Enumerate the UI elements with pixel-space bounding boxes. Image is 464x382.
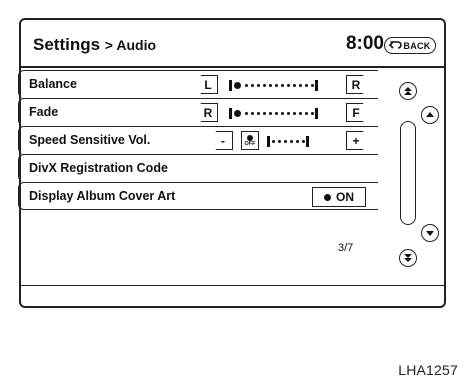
toggle-label: ON [336, 190, 354, 204]
speed-vol-plus-button[interactable]: + [346, 131, 370, 150]
page-title: Settings > Audio [33, 35, 156, 55]
content-divider [21, 285, 444, 286]
row-label: Speed Sensitive Vol. [29, 133, 151, 147]
title-bar: Settings > Audio 8:00 BACK [21, 20, 444, 68]
scroll-up-button[interactable] [421, 106, 439, 124]
plus-label: + [352, 133, 360, 148]
chevron-up-icon [426, 112, 434, 117]
fade-right-button[interactable]: F [346, 103, 370, 122]
breadcrumb: > Audio [105, 37, 156, 53]
speed-vol-minus-button[interactable]: - [209, 131, 233, 150]
row-label: Display Album Cover Art [29, 189, 176, 203]
scrollbar-track[interactable] [400, 121, 416, 225]
row-label: DivX Registration Code [29, 161, 168, 175]
breadcrumb-separator: > [104, 37, 113, 53]
settings-list: Balance L R Fade R F Speed Sensitive Vol… [18, 70, 378, 210]
figure-code: LHA1257 [398, 362, 458, 378]
fade-slider[interactable] [229, 107, 318, 119]
row-balance[interactable]: Balance L R [18, 70, 378, 98]
back-arrow-icon [389, 41, 403, 49]
balance-slider[interactable] [229, 79, 318, 91]
scroll-page-up-button[interactable] [399, 82, 417, 100]
toggle-indicator [324, 193, 331, 201]
balance-left-label: L [204, 77, 212, 92]
scroll-page-down-button[interactable] [399, 249, 417, 267]
fade-right-label: F [352, 105, 360, 120]
speed-vol-slider[interactable] [267, 135, 309, 147]
balance-left-button[interactable]: L [194, 75, 218, 94]
row-fade[interactable]: Fade R F [18, 98, 378, 126]
row-display-album-cover-art[interactable]: Display Album Cover Art ON [18, 182, 378, 210]
clock: 8:00 [345, 33, 384, 54]
back-button[interactable]: BACK [384, 37, 436, 54]
row-speed-sensitive-vol[interactable]: Speed Sensitive Vol. - OFF + [18, 126, 378, 154]
row-label: Fade [29, 105, 59, 119]
fade-left-button[interactable]: R [194, 103, 218, 122]
off-label: OFF [244, 140, 256, 147]
double-chevron-down-icon [404, 254, 412, 262]
back-label: BACK [403, 40, 431, 51]
page-indicator: 3/7 [338, 242, 354, 254]
album-cover-toggle[interactable]: ON [312, 187, 366, 207]
double-chevron-up-icon [404, 87, 412, 95]
scroll-down-button[interactable] [421, 224, 439, 242]
speed-vol-off-indicator: OFF [241, 131, 259, 150]
row-divx-registration-code[interactable]: DivX Registration Code [18, 154, 378, 182]
minus-label: - [221, 133, 225, 148]
title-text: Settings [33, 35, 101, 54]
balance-right-button[interactable]: R [346, 75, 370, 94]
balance-right-label: R [351, 77, 361, 92]
row-label: Balance [29, 77, 77, 91]
chevron-down-icon [426, 231, 434, 236]
breadcrumb-audio: Audio [116, 37, 157, 53]
fade-left-label: R [203, 105, 213, 120]
